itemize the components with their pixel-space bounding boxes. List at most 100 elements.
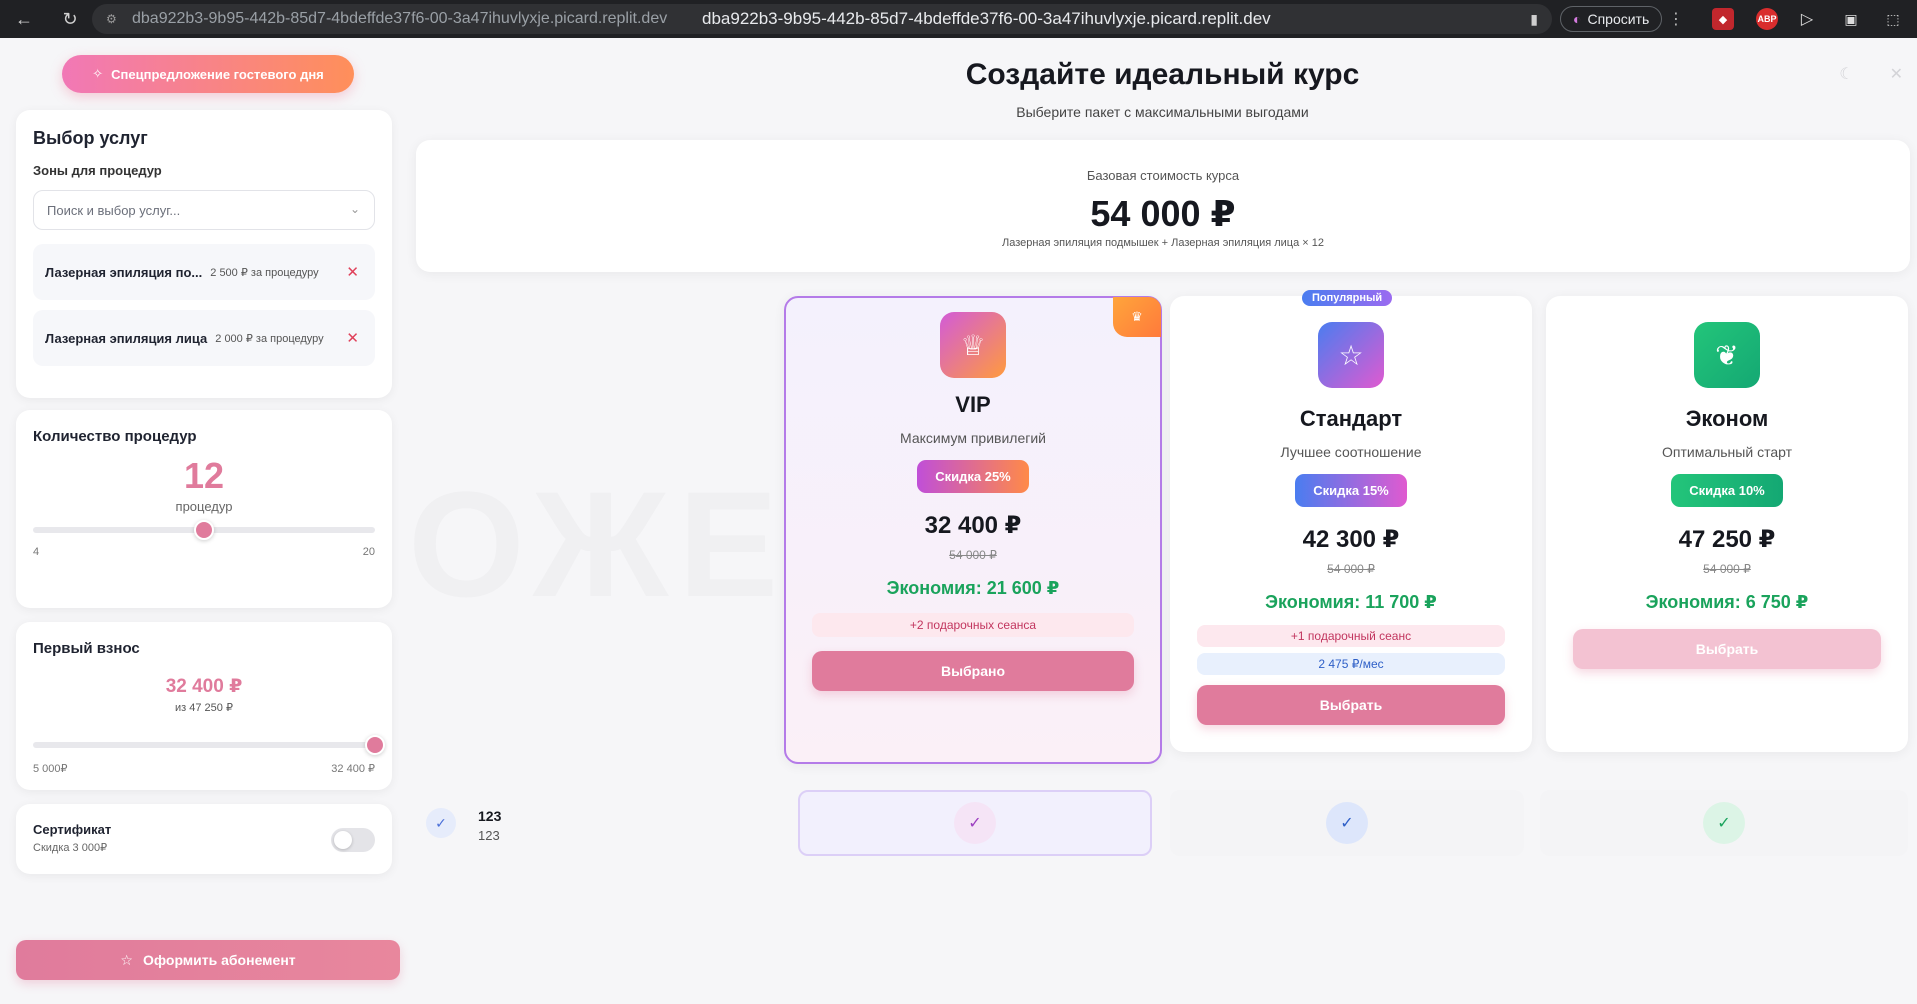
main-content: ОЖЕ Создайте идеальный курс Выберите пак… [408,38,1917,996]
down-payment-card: Первый взнос 32 400 ₽ из 47 250 ₽ 5 000₽… [16,622,392,790]
count-unit: процедур [175,499,233,514]
cert-title: Сертификат [33,822,112,837]
base-label: Базовая стоимость курса [1086,168,1240,183]
bookmark-icon[interactable]: ▮ [1530,11,1538,28]
check-icon: ✓ [1703,802,1745,844]
certificate-card: Сертификат Скидка 3 000₽ [16,804,392,874]
plan-savings: Экономия: 21 600 ₽ [886,578,1060,598]
extension-icon-1[interactable]: ◆ [1712,8,1734,30]
popular-badge: Популярный [1302,290,1393,306]
services-card: Выбор услуг Зоны для процедур Поиск и вы… [16,110,392,398]
service-name: Лазерная эпиляция по... [45,264,203,280]
down-slider-thumb[interactable] [365,735,385,755]
plan-discount: Скидка 10% [1671,474,1783,507]
plan-card-economy[interactable]: ❦ Эконом Оптимальный старт Скидка 10% 47… [1546,296,1908,752]
ask-label: Спросить [1587,11,1650,27]
plan-price: 42 300 ₽ [1302,526,1400,553]
reload-icon[interactable]: ↻ [56,5,84,33]
plan-old-price: 54 000 ₽ [949,548,997,562]
plan-price: 47 250 ₽ [1678,526,1776,553]
promo-label: Спецпредложение гостевого дня [111,66,324,82]
plan-price: 32 400 ₽ [924,512,1022,539]
down-amount: 32 400 ₽ [165,676,243,697]
feature-cell-vip: ✓ [798,790,1152,856]
ask-icon: ◐ [1573,11,1582,27]
page-title: Создайте идеальный курс [965,58,1360,91]
media-icon[interactable]: ▷ [1796,8,1818,30]
search-placeholder: Поиск и выбор услуг... [47,202,181,218]
count-min: 4 [33,546,40,558]
down-title: Первый взнос [33,640,140,657]
plan-select-button[interactable]: Выбрать [1197,685,1505,725]
plan-name: VIP [955,392,991,417]
plan-tagline: Максимум привилегий [900,430,1046,446]
cert-sub: Скидка 3 000₽ [33,842,108,854]
base-desc: Лазерная эпиляция подмышек + Лазерная эп… [1001,237,1324,249]
extensions-icon[interactable]: ▣ [1840,8,1862,30]
plan-select-button[interactable]: Выбрано [812,651,1134,691]
plan-card-vip[interactable]: ♛ ♕ VIP Максимум привилегий Скидка 25% 3… [784,296,1162,764]
service-item: Лазерная эпиляция по... 2 500 ₽ за проце… [33,244,375,300]
service-item: Лазерная эпиляция лица 2 000 ₽ за процед… [33,310,375,366]
crown-badge-icon: ♛ [1113,297,1161,337]
count-slider-thumb[interactable] [194,520,214,540]
address-bar[interactable]: ⚙ dba922b3-9b95-442b-85d7-4bdeffde37f6-0… [92,4,1552,34]
count-slider[interactable] [33,520,375,540]
watermark: ОЖЕ [408,458,788,631]
plan-savings: Экономия: 11 700 ₽ [1265,592,1437,612]
crown-icon: ♕ [940,312,1006,378]
service-name: Лазерная эпиляция лица [45,330,208,346]
feature-cell-economy: ✓ [1540,790,1908,856]
zones-label: Зоны для процедур [33,163,162,178]
plan-monthly: 2 475 ₽/мес [1197,653,1505,675]
base-price: 54 000 ₽ [1090,193,1236,234]
plan-gift: +2 подарочных сеанса [812,613,1134,637]
top-icons: ☾ ✕ [1839,64,1903,84]
down-of: из 47 250 ₽ [175,702,233,714]
plan-old-price: 54 000 ₽ [1327,562,1375,576]
feature-row: ✓ 123 123 [426,808,501,843]
service-price: 2 000 ₽ за процедуру [215,332,324,345]
plan-select-button[interactable]: Выбрать [1573,629,1881,669]
certificate-toggle[interactable] [331,828,375,852]
star-icon: ☆ [120,951,133,968]
plan-card-standard[interactable]: Популярный ☆ Стандарт Лучшее соотношение… [1170,290,1532,752]
close-icon[interactable]: ✕ [1890,64,1903,84]
down-min: 5 000₽ [33,763,68,775]
site-info-icon[interactable]: ⚙ [106,12,120,26]
url-text-duplicate: dba922b3-9b95-442b-85d7-4bdeffde37f6-00-… [702,9,1271,28]
plan-name: Эконом [1685,406,1769,431]
profile-icon[interactable]: ⬚ [1882,8,1904,30]
feature-sub: 123 [478,828,500,843]
base-cost-card: Базовая стоимость курса 54 000 ₽ Лазерна… [416,140,1910,272]
check-icon: ✓ [954,802,996,844]
down-slider[interactable] [33,735,385,755]
subscribe-label: Оформить абонемент [142,952,296,968]
adblock-icon[interactable]: ABP [1756,8,1778,30]
promo-button[interactable]: ✧ Спецпредложение гостевого дня [62,55,354,93]
more-icon[interactable]: ⋮ [1668,9,1684,29]
subscribe-button[interactable]: ☆ Оформить абонемент [16,940,400,980]
check-icon: ✓ [1326,802,1368,844]
plan-tagline: Оптимальный старт [1661,444,1792,460]
page-subtitle: Выберите пакет с максимальными выгодами [1016,104,1309,120]
plan-savings: Экономия: 6 750 ₽ [1645,592,1809,612]
count-max: 20 [362,546,375,558]
leaf-icon: ❦ [1694,322,1760,388]
ask-button[interactable]: ◐ Спросить [1560,6,1663,32]
services-search-select[interactable]: Поиск и выбор услуг... ⌄ [33,190,375,230]
count-title: Количество процедур [33,428,197,445]
plan-name: Стандарт [1299,406,1403,431]
plan-discount: Скидка 15% [1295,474,1407,507]
remove-service-icon[interactable]: ✕ [346,329,359,347]
back-icon[interactable]: ← [10,5,38,33]
star-icon: ☆ [1318,322,1384,388]
browser-chrome: ← ↻ ⚙ dba922b3-9b95-442b-85d7-4bdeffde37… [0,0,1917,38]
plan-gift: +1 подарочный сеанс [1197,625,1505,647]
remove-service-icon[interactable]: ✕ [346,263,359,281]
moon-icon[interactable]: ☾ [1839,64,1853,84]
plan-tagline: Лучшее соотношение [1280,444,1422,460]
plan-old-price: 54 000 ₽ [1703,562,1751,576]
feature-cell-standard: ✓ [1170,790,1524,856]
services-title: Выбор услуг [33,128,148,148]
